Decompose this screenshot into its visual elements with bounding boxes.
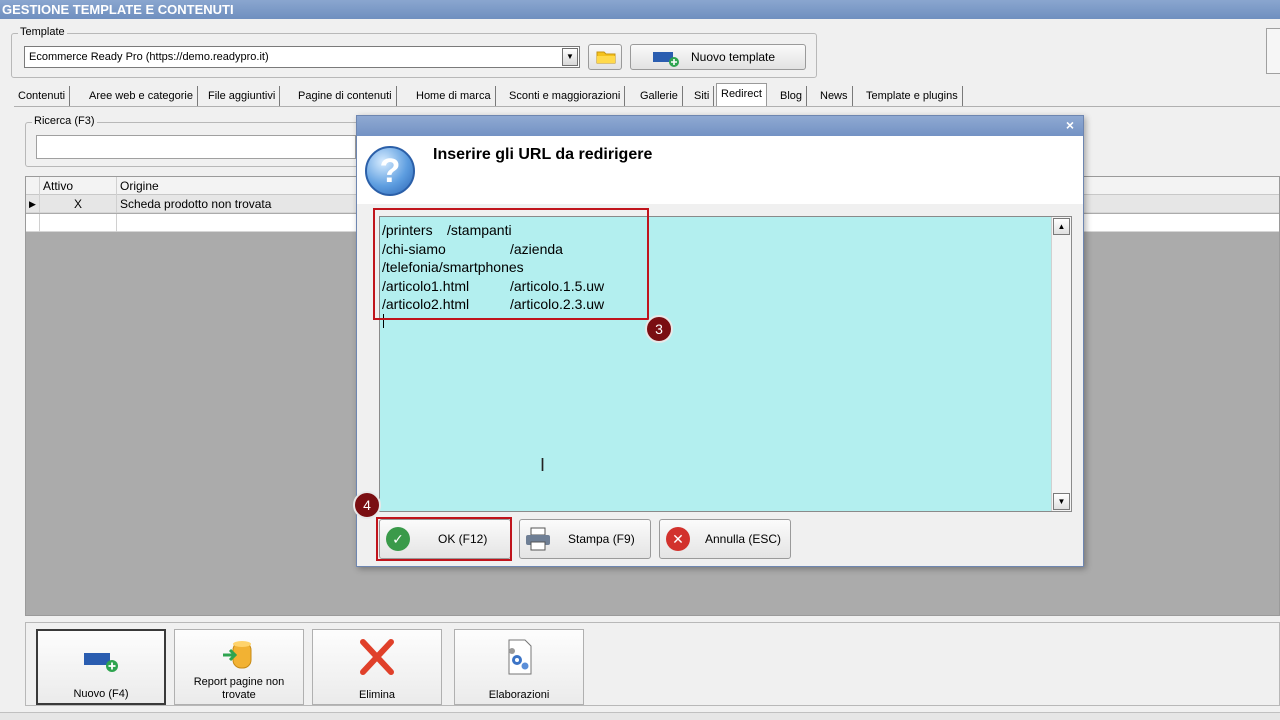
- template-select-value: Ecommerce Ready Pro (https://demo.readyp…: [29, 51, 269, 63]
- row-indicator: [26, 214, 40, 232]
- tab-file-aggiuntivi[interactable]: File aggiuntivi: [204, 86, 281, 106]
- delete-button-label: Elimina: [358, 689, 396, 701]
- callout-ok-button: [376, 517, 512, 561]
- new-button[interactable]: Nuovo (F4): [36, 629, 166, 705]
- new-button-label: Nuovo (F4): [73, 688, 129, 700]
- new-template-label: Nuovo template: [691, 50, 776, 64]
- ibeam-cursor-icon: I: [540, 455, 546, 475]
- close-icon[interactable]: ×: [1063, 118, 1077, 132]
- new-template-button[interactable]: Nuovo template: [630, 44, 806, 70]
- settings-icon: [508, 639, 532, 675]
- cell-attivo[interactable]: X: [40, 195, 117, 213]
- tab-redirect[interactable]: Redirect: [716, 83, 767, 106]
- report-icon: [223, 641, 252, 669]
- tab-home-marca[interactable]: Home di marca: [412, 86, 496, 106]
- tab-sconti[interactable]: Sconti e maggiorazioni: [505, 86, 626, 106]
- delete-icon: [360, 639, 394, 675]
- printer-icon: [526, 527, 550, 551]
- status-strip: [0, 712, 1280, 720]
- redirect-dialog: × ? Inserire gli URL da redirigere /prin…: [356, 115, 1084, 567]
- add-icon: [84, 653, 118, 672]
- textarea-scrollbar[interactable]: ▲ ▼: [1051, 217, 1071, 511]
- template-select[interactable]: Ecommerce Ready Pro (https://demo.readyp…: [24, 46, 580, 68]
- process-button-label: Elaborazioni: [488, 689, 550, 701]
- row-indicator-header: [26, 177, 40, 195]
- tab-pagine-contenuti[interactable]: Pagine di contenuti: [294, 86, 397, 106]
- folder-icon: [596, 51, 616, 64]
- bottom-toolbar: Nuovo (F4) Report pagine non trovate Eli…: [25, 622, 1280, 706]
- dialog-title: Inserire gli URL da redirigere: [433, 146, 653, 163]
- dialog-titlebar: ×: [357, 116, 1083, 136]
- tab-blog[interactable]: Blog: [776, 86, 808, 106]
- search-label: Ricerca (F3): [32, 115, 97, 127]
- step-badge-4: 4: [353, 491, 381, 519]
- process-button[interactable]: Elaborazioni: [454, 629, 584, 705]
- cell-attivo-empty[interactable]: [40, 214, 117, 232]
- tab-news[interactable]: News: [816, 86, 853, 106]
- side-panel-edge: [1266, 28, 1280, 74]
- column-header-attivo[interactable]: Attivo: [40, 177, 117, 195]
- tab-contenuti[interactable]: Contenuti: [14, 86, 71, 106]
- step-badge-3: 3: [645, 315, 673, 343]
- search-group: Ricerca (F3): [25, 115, 360, 167]
- add-template-icon: [653, 52, 679, 67]
- tab-template-plugins[interactable]: Template e plugins: [862, 86, 963, 106]
- tab-siti[interactable]: Siti: [690, 86, 715, 106]
- print-button-label: Stampa (F9): [568, 532, 635, 546]
- print-button[interactable]: Stampa (F9): [519, 519, 651, 559]
- question-icon: ?: [365, 146, 415, 196]
- scroll-up-icon[interactable]: ▲: [1053, 218, 1070, 235]
- cancel-button-label: Annulla (ESC): [705, 532, 782, 546]
- cancel-button[interactable]: ✕ Annulla (ESC): [659, 519, 791, 559]
- report-button[interactable]: Report pagine non trovate: [174, 629, 304, 705]
- tab-gallerie[interactable]: Gallerie: [636, 86, 683, 106]
- cancel-icon: ✕: [666, 527, 690, 551]
- search-input[interactable]: [36, 135, 356, 159]
- template-label: Template: [18, 26, 67, 38]
- report-button-label: Report pagine non trovate: [193, 676, 285, 701]
- current-row-icon: ▶: [26, 195, 40, 213]
- template-group: Template Ecommerce Ready Pro (https://de…: [11, 26, 817, 78]
- callout-textarea: [373, 208, 649, 320]
- dialog-header: ? Inserire gli URL da redirigere: [357, 136, 1083, 204]
- scroll-down-icon[interactable]: ▼: [1053, 493, 1070, 510]
- tab-bar: Contenuti Aree web e categorie File aggi…: [14, 83, 974, 106]
- window-title: GESTIONE TEMPLATE E CONTENUTI: [0, 0, 1280, 19]
- delete-button[interactable]: Elimina: [312, 629, 442, 705]
- open-folder-button[interactable]: [588, 44, 622, 70]
- tab-aree-web[interactable]: Aree web e categorie: [85, 86, 198, 106]
- chevron-down-icon[interactable]: ▼: [562, 48, 578, 66]
- tab-divider: [14, 106, 1280, 107]
